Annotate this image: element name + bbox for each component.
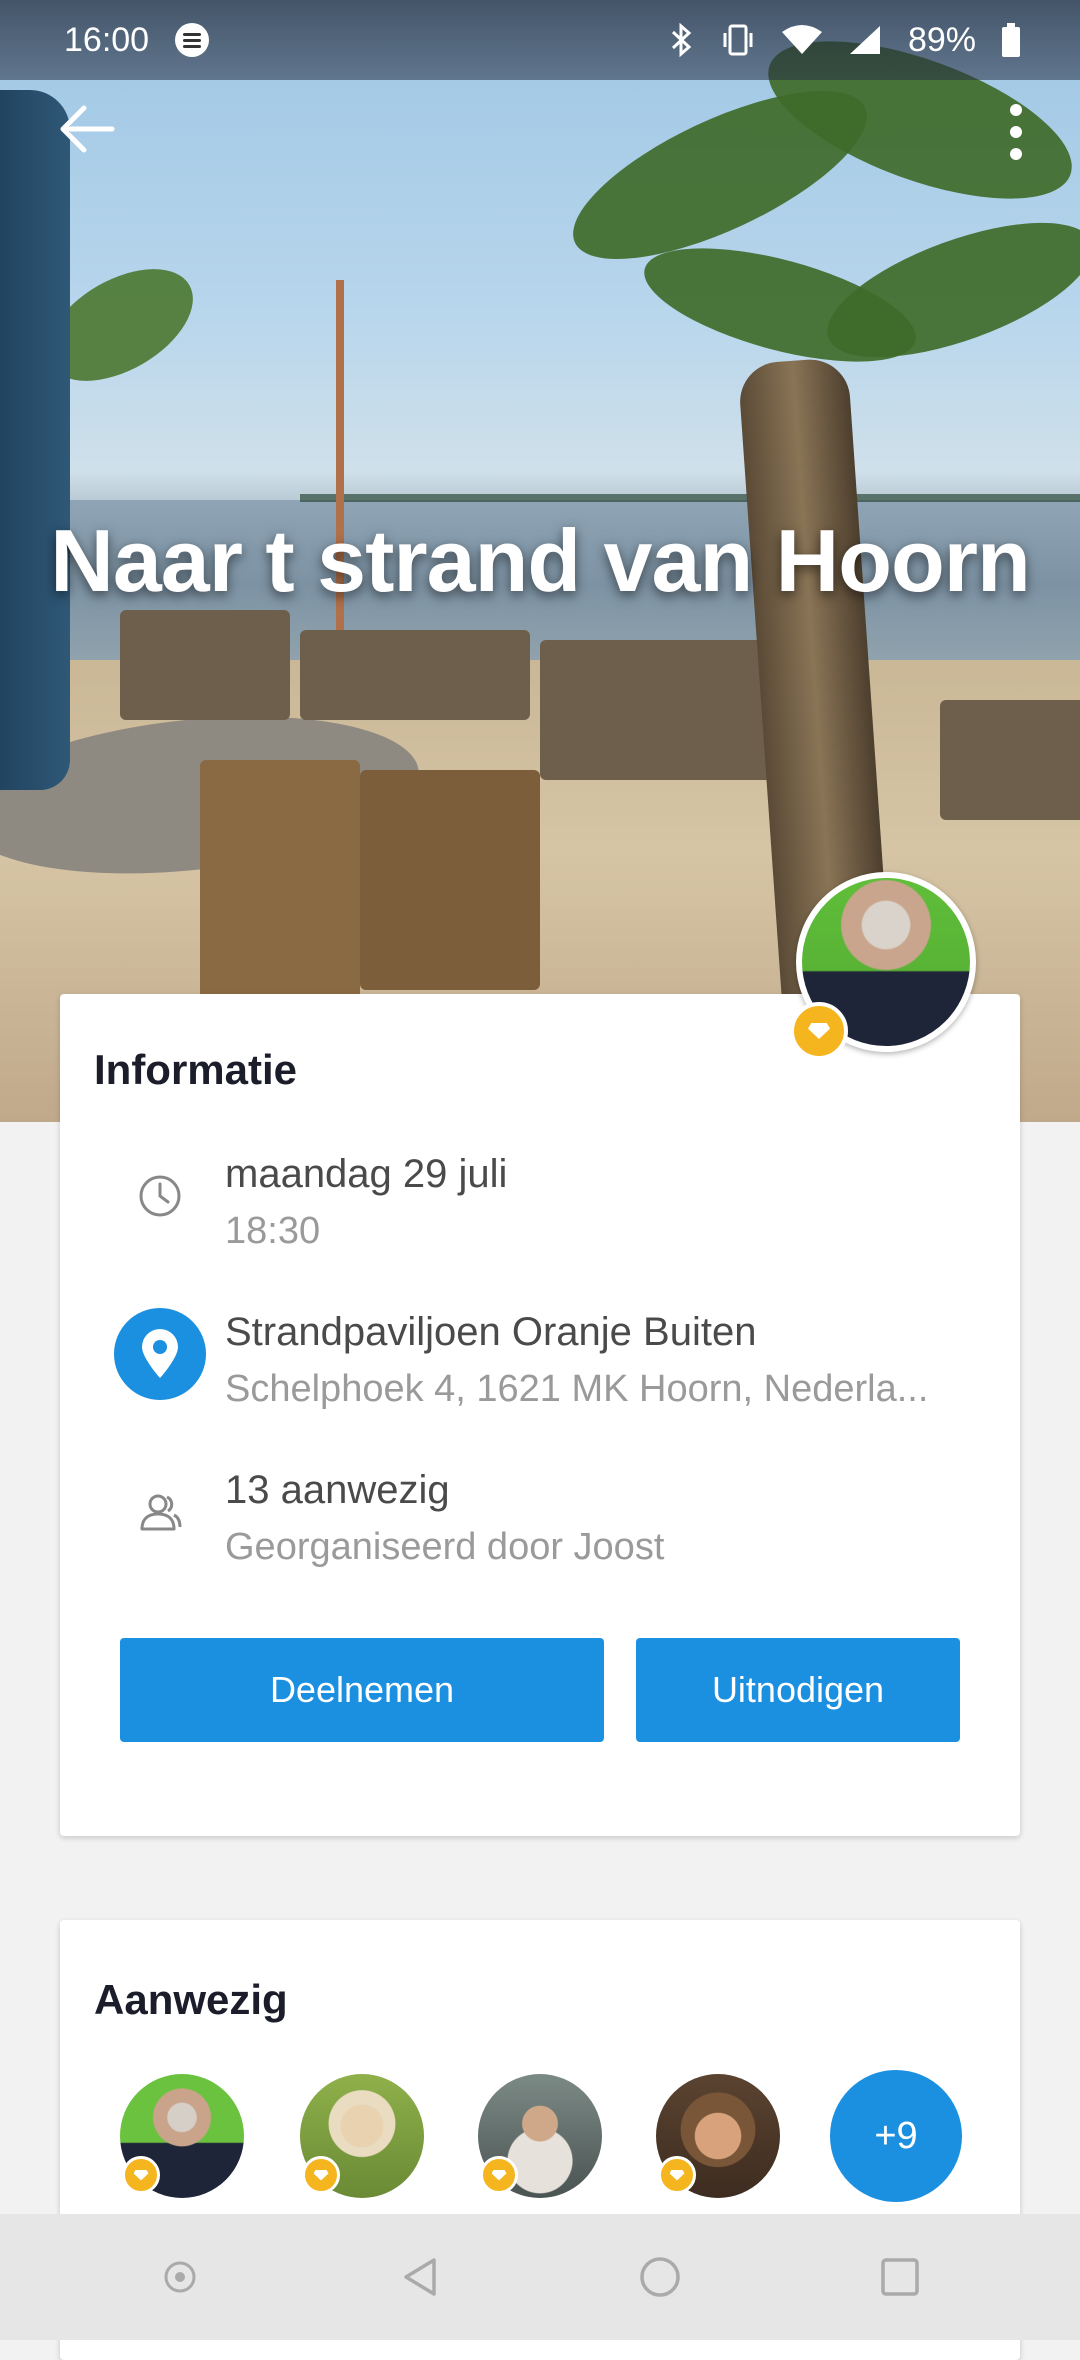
info-heading: Informatie	[94, 1046, 298, 1093]
wifi-icon	[781, 25, 822, 54]
premium-badge-icon	[658, 2156, 696, 2194]
venue-name: Strandpaviljoen Oranje Buiten	[225, 1310, 757, 1354]
date-row: maandag 29 juli 18:30	[60, 1150, 1020, 1260]
people-icon	[140, 1494, 182, 1531]
premium-badge-icon	[790, 1002, 848, 1060]
more-options-button[interactable]	[990, 96, 1040, 166]
attendees-heading: Aanwezig	[94, 1976, 288, 2023]
spotify-icon	[175, 23, 210, 57]
join-button[interactable]: Deelnemen	[120, 1638, 604, 1742]
square-recents-icon	[881, 2258, 919, 2296]
nav-back-button[interactable]	[385, 2242, 455, 2312]
navigation-bar	[0, 2214, 1080, 2340]
home-circle-icon	[640, 2257, 680, 2297]
attendee-count: 13 aanwezig	[225, 1468, 450, 1512]
bluetooth-icon	[671, 23, 692, 57]
nav-home-button[interactable]	[625, 2242, 695, 2312]
more-vert-icon	[1010, 104, 1022, 116]
premium-badge-icon	[122, 2156, 160, 2194]
triangle-back-icon	[404, 2258, 436, 2296]
premium-badge-icon	[480, 2156, 518, 2194]
location-row[interactable]: Strandpaviljoen Oranje Buiten Schelphoek…	[60, 1308, 1020, 1418]
battery-icon	[1002, 23, 1020, 57]
organizer-text: Georganiseerd door Joost	[225, 1526, 665, 1568]
attendance-row: 13 aanwezig Georganiseerd door Joost	[60, 1466, 1020, 1576]
nav-recents-button[interactable]	[865, 2242, 935, 2312]
status-bar: 16:00 89%	[0, 0, 1080, 80]
vibrate-icon	[723, 24, 753, 56]
event-title: Naar t strand van Hoorn	[50, 511, 1030, 610]
battery-level: 89%	[907, 20, 976, 59]
event-date: maandag 29 juli	[225, 1152, 508, 1196]
more-attendees-button[interactable]: +9	[830, 2070, 962, 2202]
signal-icon	[849, 26, 880, 54]
status-time: 16:00	[64, 20, 150, 59]
clock-icon	[139, 1175, 181, 1217]
invite-button[interactable]: Uitnodigen	[636, 1638, 960, 1742]
event-time: 18:30	[225, 1210, 321, 1252]
assistant-icon	[164, 2261, 196, 2293]
arrow-left-icon	[60, 105, 115, 153]
premium-badge-icon	[302, 2156, 340, 2194]
back-button[interactable]	[52, 98, 122, 168]
venue-address: Schelphoek 4, 1621 MK Hoorn, Nederla...	[225, 1368, 929, 1410]
assistant-button[interactable]	[145, 2242, 215, 2312]
location-pin-icon[interactable]	[114, 1308, 206, 1400]
